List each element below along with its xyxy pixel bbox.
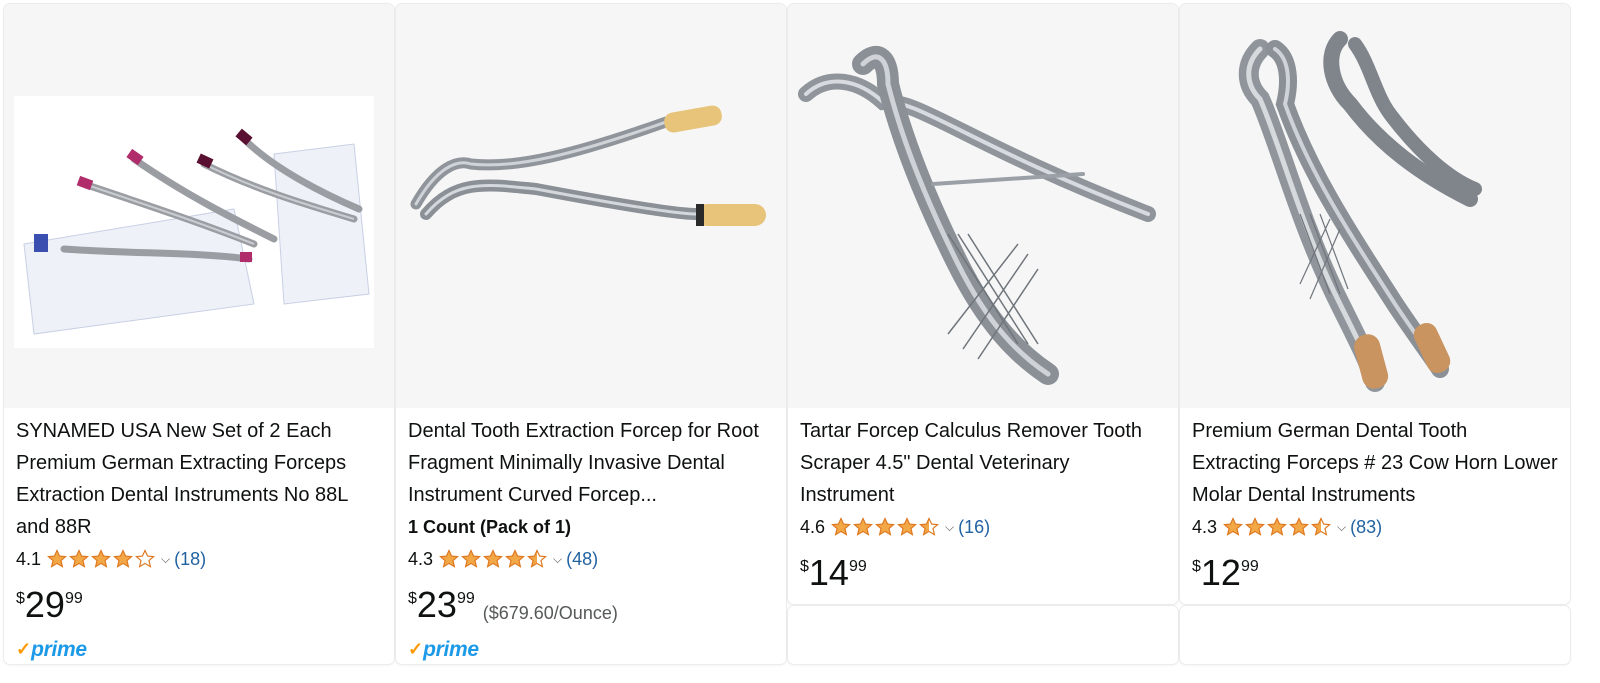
prime-badge-1: ✓ prime [16, 637, 382, 661]
product-card-2[interactable]: Dental Tooth Extraction Forcep for Root … [396, 4, 786, 664]
rating-value-1: 4.1 [16, 548, 42, 569]
star-rating-3[interactable] [831, 517, 940, 537]
price-fraction-4: 99 [1240, 558, 1259, 575]
product-grid: SYNAMED USA New Set of 2 Each Premium Ge… [4, 4, 1596, 679]
chevron-down-icon[interactable]: ⌵ [1337, 521, 1346, 533]
star-icon [69, 549, 90, 568]
product-card-4[interactable]: Premium German Dental Tooth Extracting F… [1180, 4, 1570, 604]
star-icon [91, 549, 112, 568]
price-currency-2: $ [408, 590, 417, 607]
product-title-2[interactable]: Dental Tooth Extraction Forcep for Root … [408, 415, 774, 511]
price-1: $ 29 99 [16, 587, 382, 627]
pack-count-2: 1 Count (Pack of 1) [408, 517, 572, 537]
star-icon [527, 549, 548, 568]
rating-value-3: 4.6 [800, 516, 826, 537]
review-count-link-2[interactable]: (48) [566, 549, 598, 570]
star-icon [1245, 517, 1266, 536]
dental-forceps-set-image [4, 4, 394, 408]
prime-check-icon: ✓ [16, 639, 32, 659]
rating-value-2: 4.3 [408, 548, 434, 569]
rating-row-3: 4.6 ⌵ (16) [800, 511, 1166, 543]
price-fraction-2: 99 [456, 590, 475, 607]
star-icon [461, 549, 482, 568]
price-fraction-3: 99 [848, 558, 867, 575]
product-card-1[interactable]: SYNAMED USA New Set of 2 Each Premium Ge… [4, 4, 394, 664]
price-3: $ 14 99 [800, 555, 1166, 595]
star-icon [47, 549, 68, 568]
card-footer-3 [788, 606, 1178, 664]
prime-logo-text: prime [31, 637, 87, 661]
star-icon [853, 517, 874, 536]
product-image-4[interactable] [1180, 4, 1570, 408]
product-title-4[interactable]: Premium German Dental Tooth Extracting F… [1192, 415, 1558, 511]
star-icon [505, 549, 526, 568]
review-count-link-3[interactable]: (16) [958, 517, 990, 538]
prime-badge-2: ✓ prime [408, 637, 774, 661]
product-image-1[interactable] [4, 4, 394, 408]
star-icon [439, 549, 460, 568]
price-2: $ 23 99 ($679.60/Ounce) [408, 587, 774, 627]
rating-row-4: 4.3 ⌵ (83) [1192, 511, 1558, 543]
price-whole-3: 14 [808, 552, 849, 593]
product-image-3[interactable] [788, 4, 1178, 408]
tartar-forcep-image [788, 4, 1178, 408]
star-icon [1267, 517, 1288, 536]
star-icon [897, 517, 918, 536]
chevron-down-icon[interactable]: ⌵ [161, 553, 170, 565]
curved-forcep-image [396, 4, 786, 408]
card-footer-4 [1180, 606, 1570, 664]
star-icon [1289, 517, 1310, 536]
price-whole-4: 12 [1200, 552, 1241, 593]
price-whole-1: 29 [24, 584, 65, 625]
star-icon [875, 517, 896, 536]
star-icon [919, 517, 940, 536]
price-currency-3: $ [800, 558, 809, 575]
product-card-3[interactable]: Tartar Forcep Calculus Remover Tooth Scr… [788, 4, 1178, 604]
star-icon [135, 549, 156, 568]
cow-horn-forceps-image [1180, 4, 1570, 408]
star-icon [831, 517, 852, 536]
price-currency-1: $ [16, 590, 25, 607]
unit-price-2: ($679.60/Ounce) [482, 603, 618, 623]
prime-check-icon: ✓ [408, 639, 424, 659]
star-rating-4[interactable] [1223, 517, 1332, 537]
price-fraction-1: 99 [64, 590, 83, 607]
star-icon [1223, 517, 1244, 536]
rating-row-1: 4.1 ⌵ (18) [16, 543, 382, 575]
star-icon [1311, 517, 1332, 536]
price-whole-2: 23 [416, 584, 457, 625]
product-image-2[interactable] [396, 4, 786, 408]
product-title-3[interactable]: Tartar Forcep Calculus Remover Tooth Scr… [800, 415, 1166, 511]
review-count-link-4[interactable]: (83) [1350, 517, 1382, 538]
star-rating-2[interactable] [439, 549, 548, 569]
rating-row-2: 4.3 ⌵ (48) [408, 543, 774, 575]
rating-value-4: 4.3 [1192, 516, 1218, 537]
star-icon [483, 549, 504, 568]
prime-logo-text: prime [423, 637, 479, 661]
review-count-link-1[interactable]: (18) [174, 549, 206, 570]
price-4: $ 12 99 [1192, 555, 1558, 595]
chevron-down-icon[interactable]: ⌵ [553, 553, 562, 565]
star-rating-1[interactable] [47, 549, 156, 569]
price-currency-4: $ [1192, 558, 1201, 575]
product-title-1[interactable]: SYNAMED USA New Set of 2 Each Premium Ge… [16, 415, 382, 543]
chevron-down-icon[interactable]: ⌵ [945, 521, 954, 533]
star-icon [113, 549, 134, 568]
